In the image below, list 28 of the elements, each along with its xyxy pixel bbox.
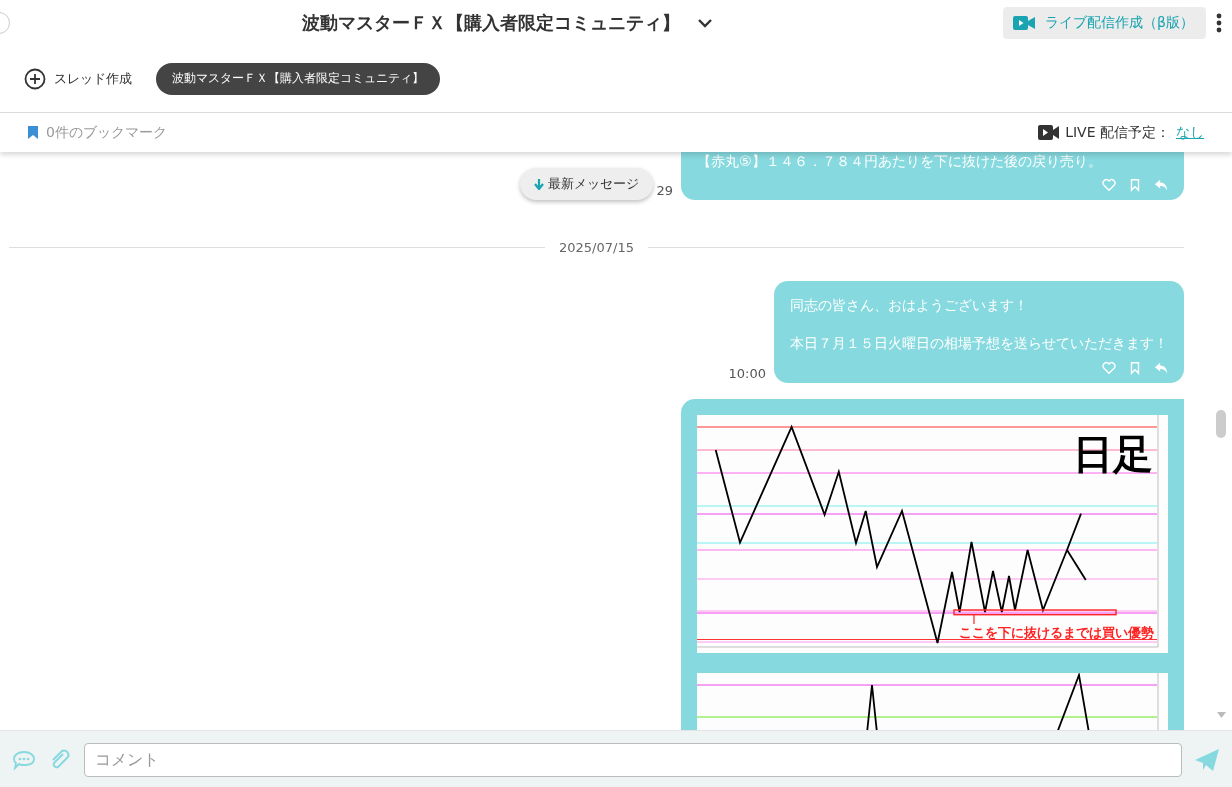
chevron-down-icon[interactable] [698,17,712,28]
reply-icon[interactable] [1154,361,1168,375]
video-camera-icon [1013,14,1036,31]
comment-input[interactable]: コメント [84,742,1182,777]
more-menu-icon[interactable] [1216,12,1222,33]
date-separator: 2025/07/15 [559,240,634,255]
bookmark-icon[interactable] [1128,178,1142,192]
heart-icon[interactable] [1102,361,1116,375]
plus-circle-icon [24,67,46,90]
heart-icon[interactable] [1102,178,1116,192]
message-time: 29 [656,183,673,198]
live-schedule-label: LIVE 配信予定： [1065,123,1170,142]
thread-tab[interactable]: 波動マスターＦＸ【購入者限定コミュニティ】 [156,62,440,95]
arrow-down-icon [534,178,544,190]
message-text: 同志の皆さん、おはようございます！ [790,296,1029,315]
send-icon[interactable] [1194,746,1220,773]
create-thread-button[interactable]: スレッド作成 [24,67,132,90]
video-camera-icon [1038,125,1060,140]
message-text: 本日７月１５日火曜日の相場予想を送らせていただきます！ [790,334,1168,353]
scrollbar-thumb[interactable] [1216,410,1226,438]
message-text: 【赤丸⑤】１４６．７８４円あたりを下に抜けた後の戻り売り。 [697,152,1103,170]
latest-messages-button[interactable]: 最新メッセージ [520,168,653,200]
bookmark-icon[interactable] [1128,361,1142,375]
message-time: 10:00 [728,366,766,381]
reply-icon[interactable] [1154,178,1168,192]
scroll-down-icon[interactable] [1217,712,1226,718]
community-title: 波動マスターＦＸ【購入者限定コミュニティ】 [302,10,680,35]
bookmark-icon [28,126,38,139]
